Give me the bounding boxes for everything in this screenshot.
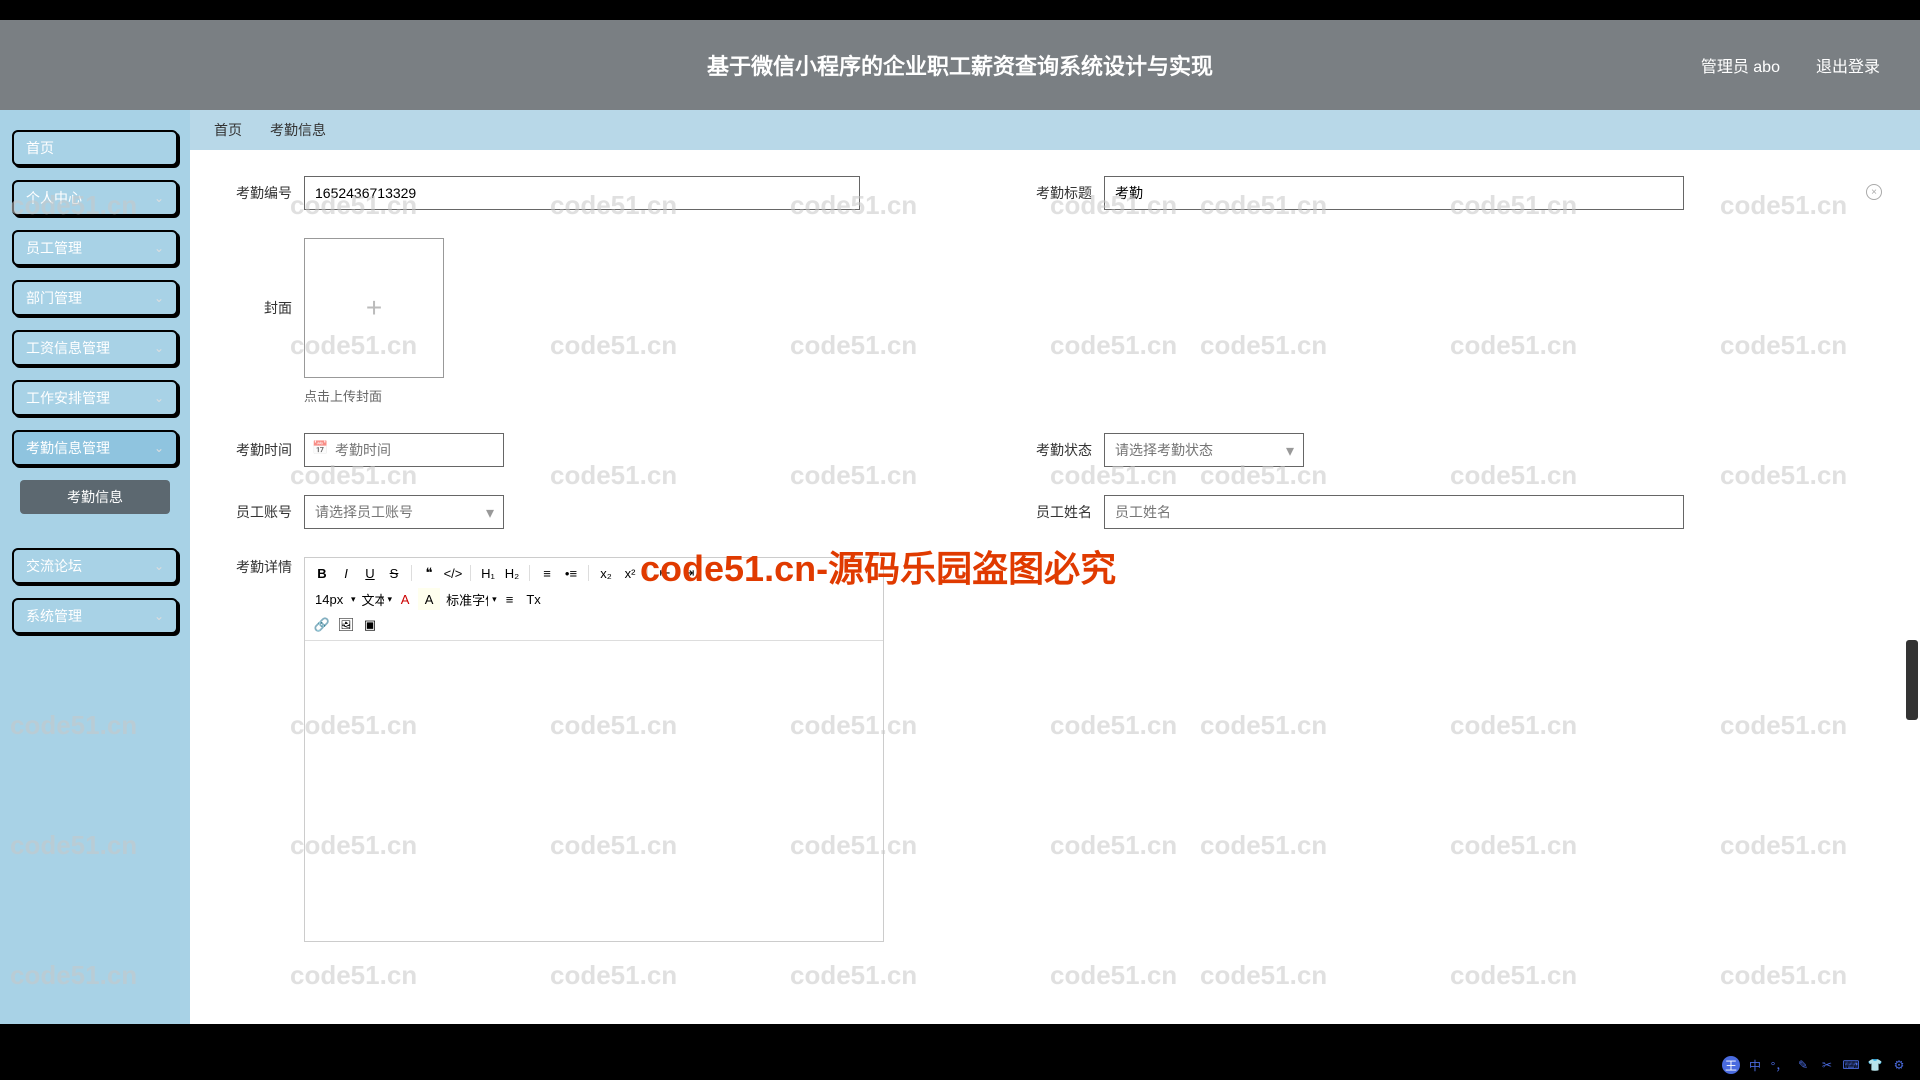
ime-icon[interactable]: ⚙	[1890, 1056, 1908, 1074]
chevron-down-icon: ⌄	[154, 341, 164, 355]
label-account: 员工账号	[220, 502, 292, 522]
logout-link[interactable]: 退出登录	[1816, 53, 1880, 77]
editor-bold[interactable]: B	[311, 562, 333, 584]
select-attendance-status[interactable]	[1104, 433, 1304, 467]
menu-system[interactable]: 系统管理⌄	[12, 598, 178, 634]
editor-h1[interactable]: H₁	[477, 562, 499, 584]
upload-hint: 点击上传封面	[304, 386, 444, 405]
rich-text-editor: B I U S ❝ </> H₁ H₂ ≡ •≡	[304, 557, 884, 942]
ime-lang-icon[interactable]: 中	[1746, 1056, 1764, 1074]
ime-icon[interactable]: ⌨	[1842, 1056, 1860, 1074]
label-name: 员工姓名	[1020, 502, 1092, 522]
input-employee-name[interactable]	[1104, 495, 1684, 529]
menu-salary[interactable]: 工资信息管理⌄	[12, 330, 178, 366]
menu-attendance[interactable]: 考勤信息管理⌄	[12, 430, 178, 466]
chevron-down-icon: ⌄	[154, 441, 164, 455]
label-cover: 封面	[220, 298, 292, 318]
menu-department[interactable]: 部门管理⌄	[12, 280, 178, 316]
input-attendance-time[interactable]	[304, 433, 504, 467]
menu-forum[interactable]: 交流论坛⌄	[12, 548, 178, 584]
input-attendance-id[interactable]	[304, 176, 860, 210]
upload-cover[interactable]: +	[304, 238, 444, 378]
menu-schedule[interactable]: 工作安排管理⌄	[12, 380, 178, 416]
editor-fontsize[interactable]	[311, 588, 361, 610]
chevron-down-icon: ⌄	[154, 559, 164, 573]
plus-icon: +	[366, 292, 382, 324]
chevron-down-icon: ⌄	[154, 191, 164, 205]
editor-clear[interactable]: Tx	[523, 588, 545, 610]
editor-content[interactable]	[305, 641, 883, 941]
ime-icon[interactable]: °，	[1770, 1056, 1788, 1074]
app-title: 基于微信小程序的企业职工薪资查询系统设计与实现	[707, 49, 1213, 81]
menu-home[interactable]: 首页	[12, 130, 178, 166]
main-panel: 首页 考勤信息 考勤编号 考勤标题 ×	[190, 110, 1920, 1024]
ime-icon[interactable]: ✂	[1818, 1056, 1836, 1074]
editor-outdent[interactable]: ⇤	[654, 562, 676, 584]
editor-ol[interactable]: ≡	[536, 562, 558, 584]
select-employee-account[interactable]	[304, 495, 504, 529]
editor-sup[interactable]: x²	[619, 562, 641, 584]
chevron-down-icon: ⌄	[154, 241, 164, 255]
ime-icon[interactable]: 👕	[1866, 1056, 1884, 1074]
crumb-home[interactable]: 首页	[214, 120, 242, 140]
editor-ul[interactable]: •≡	[560, 562, 582, 584]
editor-toolbar: B I U S ❝ </> H₁ H₂ ≡ •≡	[305, 558, 883, 641]
label-time: 考勤时间	[220, 440, 292, 460]
scrollbar-thumb[interactable]	[1906, 640, 1918, 720]
editor-underline[interactable]: U	[359, 562, 381, 584]
menu-employee[interactable]: 员工管理⌄	[12, 230, 178, 266]
editor-strike[interactable]: S	[383, 562, 405, 584]
chevron-down-icon: ⌄	[154, 609, 164, 623]
editor-italic[interactable]: I	[335, 562, 357, 584]
editor-video[interactable]: ▣	[359, 614, 381, 636]
editor-link[interactable]: 🔗	[311, 614, 333, 636]
submenu-attendance-info[interactable]: 考勤信息	[20, 480, 170, 514]
editor-indent[interactable]: ⇥	[678, 562, 700, 584]
chevron-down-icon: ⌄	[154, 391, 164, 405]
editor-sub[interactable]: x₂	[595, 562, 617, 584]
top-bar: 基于微信小程序的企业职工薪资查询系统设计与实现 管理员 abo 退出登录	[0, 20, 1920, 110]
editor-h2[interactable]: H₂	[501, 562, 523, 584]
ime-tray: 王 中 °， ✎ ✂ ⌨ 👕 ⚙	[1722, 1056, 1908, 1074]
editor-image[interactable]: 🖼	[335, 614, 357, 636]
chevron-down-icon: ⌄	[154, 291, 164, 305]
editor-code[interactable]: </>	[442, 562, 464, 584]
menu-profile[interactable]: 个人中心⌄	[12, 180, 178, 216]
editor-block[interactable]	[358, 588, 398, 610]
editor-bgcolor[interactable]: A	[418, 588, 440, 610]
label-detail: 考勤详情	[220, 557, 292, 577]
app-window: 基于微信小程序的企业职工薪资查询系统设计与实现 管理员 abo 退出登录 首页 …	[0, 20, 1920, 1024]
clear-icon[interactable]: ×	[1866, 184, 1882, 200]
input-attendance-title[interactable]	[1104, 176, 1684, 210]
label-id: 考勤编号	[220, 183, 292, 203]
editor-fontfamily[interactable]	[442, 588, 502, 610]
sidebar: 首页 个人中心⌄ 员工管理⌄ 部门管理⌄ 工资信息管理⌄ 工作安排管理⌄ 考勤信…	[0, 110, 190, 1024]
label-title: 考勤标题	[1020, 183, 1092, 203]
admin-label[interactable]: 管理员 abo	[1701, 53, 1780, 77]
editor-quote[interactable]: ❝	[418, 562, 440, 584]
ime-brand-icon[interactable]: 王	[1722, 1056, 1740, 1074]
breadcrumb: 首页 考勤信息	[190, 110, 1920, 150]
label-status: 考勤状态	[1020, 440, 1092, 460]
ime-icon[interactable]: ✎	[1794, 1056, 1812, 1074]
crumb-current: 考勤信息	[270, 120, 326, 140]
